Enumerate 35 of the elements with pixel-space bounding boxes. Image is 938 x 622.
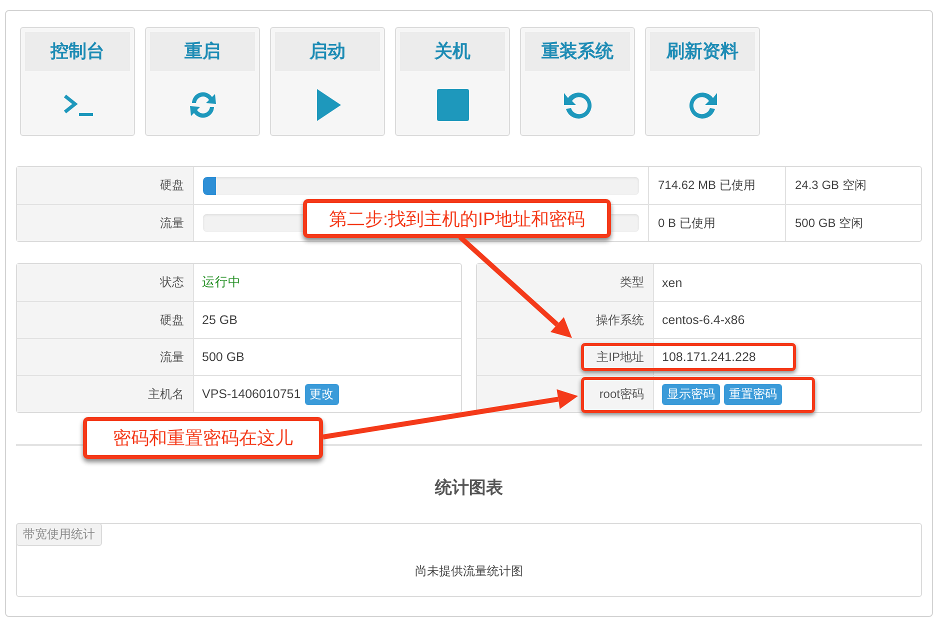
table-cell-text: 500 GB 空闲 [794, 214, 864, 232]
table-cell: 0 B 已使用 [649, 205, 786, 241]
action-button[interactable]: 刷新资料 [645, 27, 760, 136]
row-label: 主机名 [148, 386, 184, 402]
table-cell: 25 GB [202, 313, 238, 327]
table-cell: xen [662, 276, 682, 290]
action-button[interactable]: 重装系统 [520, 27, 635, 136]
row-label: root密码 [599, 386, 644, 402]
tab[interactable]: 带宽使用统计 [16, 523, 102, 546]
row-label: 流量 [17, 205, 194, 241]
empty-message: 尚未提供流量统计图 [415, 564, 523, 578]
section-title: 统计图表 [434, 477, 504, 499]
button[interactable]: 更改 [304, 384, 339, 404]
action-button[interactable]: 启动 [270, 27, 385, 136]
row-label: 状态 [160, 274, 184, 291]
button[interactable]: 显示密码 [662, 384, 720, 404]
table-cell: 714.62 MB 已使用 [649, 167, 786, 204]
button[interactable]: 重置密码 [724, 384, 782, 404]
table-cell: VPS-1406010751 [202, 387, 301, 401]
row-label: 操作系统 [596, 312, 644, 328]
callout-tooltip: 密码和重置密码在这儿 [83, 417, 323, 459]
action-button[interactable]: 重启 [145, 27, 260, 136]
row-label: 硬盘 [17, 167, 194, 204]
table-cell: centos-6.4-x86 [662, 313, 745, 327]
row-label: 类型 [620, 274, 644, 291]
row-label: 主IP地址 [596, 348, 644, 366]
table-cell-text: 24.3 GB 空闲 [794, 177, 868, 194]
action-button[interactable]: 控制台 [20, 27, 135, 136]
row-label: 流量 [160, 348, 184, 366]
callout-tooltip: 第二步:找到主机的IP地址和密码 [303, 199, 611, 238]
table-cell: 108.171.241.228 [662, 350, 756, 364]
row-label: 硬盘 [160, 312, 184, 328]
status-text: 运行中 [202, 274, 241, 291]
table-cell: 500 GB [202, 350, 244, 364]
action-button[interactable]: 关机 [395, 27, 510, 136]
